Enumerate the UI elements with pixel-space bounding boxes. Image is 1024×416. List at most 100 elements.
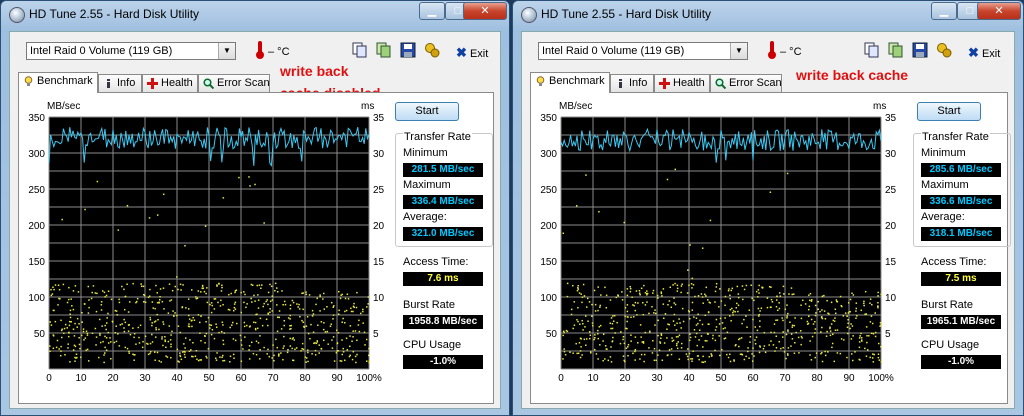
access-time-point bbox=[179, 283, 182, 286]
access-time-point bbox=[353, 302, 355, 305]
tab-health[interactable]: Health bbox=[654, 74, 710, 92]
drive-select-value: Intel Raid 0 Volume (119 GB) bbox=[542, 45, 685, 57]
access-time-point bbox=[160, 361, 162, 363]
access-time-point bbox=[162, 287, 165, 289]
close-button[interactable]: ✕ bbox=[977, 2, 1021, 20]
access-time-point bbox=[66, 327, 68, 329]
access-time-point bbox=[877, 353, 880, 355]
tab-error-scan[interactable]: Error Scan bbox=[710, 74, 782, 92]
access-time-point bbox=[346, 293, 349, 296]
access-time-point bbox=[735, 307, 738, 309]
access-time-point bbox=[204, 225, 207, 228]
title-bar[interactable]: HD Tune 2.55 - Hard Disk Utility ▁ □ ✕ bbox=[513, 1, 1023, 29]
access-time-point bbox=[691, 287, 693, 289]
access-time-point bbox=[70, 320, 72, 323]
access-time-point bbox=[294, 348, 296, 351]
options-icon[interactable] bbox=[936, 42, 952, 58]
access-time-point bbox=[700, 335, 703, 337]
access-time-point bbox=[758, 351, 761, 354]
tab-health[interactable]: Health bbox=[142, 74, 198, 92]
access-time-point bbox=[262, 305, 264, 308]
chevron-down-icon[interactable]: ▼ bbox=[730, 43, 747, 59]
access-time-point bbox=[598, 210, 600, 213]
access-time-point bbox=[233, 306, 236, 309]
access-time-point bbox=[222, 197, 225, 199]
left-tick-label: 200 bbox=[28, 221, 45, 232]
access-time-point bbox=[726, 353, 728, 356]
copy-icon[interactable] bbox=[352, 42, 368, 58]
access-time-point bbox=[781, 317, 783, 319]
access-time-point bbox=[880, 361, 883, 363]
drive-select[interactable]: Intel Raid 0 Volume (119 GB) ▼ bbox=[26, 42, 236, 60]
access-time-point bbox=[588, 331, 591, 333]
copy-all-icon[interactable] bbox=[888, 42, 904, 58]
access-time-point bbox=[148, 295, 151, 297]
access-time-point bbox=[167, 340, 170, 343]
access-time-point bbox=[672, 284, 674, 286]
exit-button[interactable]: ✖ Exit bbox=[968, 45, 1000, 61]
exit-button[interactable]: ✖ Exit bbox=[456, 45, 488, 61]
start-button[interactable]: Start bbox=[917, 102, 981, 121]
save-icon[interactable] bbox=[912, 42, 928, 58]
access-time-point bbox=[144, 335, 147, 338]
access-time-point bbox=[165, 346, 167, 349]
access-time-point bbox=[207, 316, 210, 319]
tab-info[interactable]: Info bbox=[98, 74, 142, 92]
chevron-down-icon[interactable]: ▼ bbox=[218, 43, 235, 59]
access-time-point bbox=[758, 284, 760, 287]
access-time-point bbox=[349, 325, 352, 327]
tab-info[interactable]: Info bbox=[610, 74, 654, 92]
access-time-point bbox=[222, 324, 224, 326]
title-bar[interactable]: HD Tune 2.55 - Hard Disk Utility ▁ □ ✕ bbox=[1, 1, 509, 29]
access-time-point bbox=[352, 305, 355, 308]
close-button[interactable]: ✕ bbox=[463, 2, 507, 20]
access-time-point bbox=[192, 316, 194, 319]
drive-select-value: Intel Raid 0 Volume (119 GB) bbox=[30, 45, 173, 57]
access-time-point bbox=[780, 347, 782, 350]
start-button[interactable]: Start bbox=[395, 102, 459, 121]
access-time-point bbox=[778, 302, 780, 304]
x-tick-label: 20 bbox=[619, 373, 631, 383]
access-time-point bbox=[344, 321, 346, 324]
access-time-point bbox=[205, 355, 207, 358]
access-time-point bbox=[594, 303, 597, 306]
access-time-point bbox=[715, 282, 718, 285]
x-tick-label: 30 bbox=[651, 373, 663, 383]
cpu-usage-value: -1.0% bbox=[921, 355, 1001, 369]
tab-benchmark[interactable]: Benchmark bbox=[18, 72, 98, 93]
tab-benchmark[interactable]: Benchmark bbox=[530, 72, 610, 93]
tab-error-scan[interactable]: Error Scan bbox=[198, 74, 270, 92]
access-time-point bbox=[701, 296, 704, 298]
access-time-point bbox=[277, 355, 280, 357]
access-time-label: Access Time: bbox=[921, 256, 987, 268]
access-time-point bbox=[714, 290, 717, 293]
access-time-point bbox=[681, 342, 683, 345]
access-time-point bbox=[85, 349, 87, 352]
minimize-button[interactable]: ▁ bbox=[931, 2, 957, 20]
minimize-button[interactable]: ▁ bbox=[419, 2, 445, 20]
access-time-point bbox=[830, 323, 833, 325]
access-time-point bbox=[591, 315, 593, 317]
x-tick-label: 60 bbox=[747, 373, 759, 383]
access-time-point bbox=[260, 287, 262, 289]
copy-icon[interactable] bbox=[864, 42, 880, 58]
access-time-point bbox=[642, 342, 645, 344]
left-tick-label: 350 bbox=[28, 113, 45, 124]
access-time-point bbox=[832, 319, 835, 322]
options-icon[interactable] bbox=[424, 42, 440, 58]
access-time-point bbox=[337, 290, 340, 293]
copy-all-icon[interactable] bbox=[376, 42, 392, 58]
save-icon[interactable] bbox=[400, 42, 416, 58]
access-time-point bbox=[103, 361, 105, 364]
access-time-point bbox=[675, 329, 678, 331]
access-time-point bbox=[599, 304, 602, 307]
access-time-point bbox=[243, 325, 246, 328]
access-time-point bbox=[68, 332, 70, 334]
access-time-point bbox=[180, 289, 182, 291]
access-time-point bbox=[280, 328, 283, 330]
access-time-point bbox=[629, 290, 632, 293]
access-time-point bbox=[814, 356, 816, 359]
access-time-point bbox=[661, 359, 664, 361]
access-time-point bbox=[352, 330, 354, 332]
drive-select[interactable]: Intel Raid 0 Volume (119 GB) ▼ bbox=[538, 42, 748, 60]
